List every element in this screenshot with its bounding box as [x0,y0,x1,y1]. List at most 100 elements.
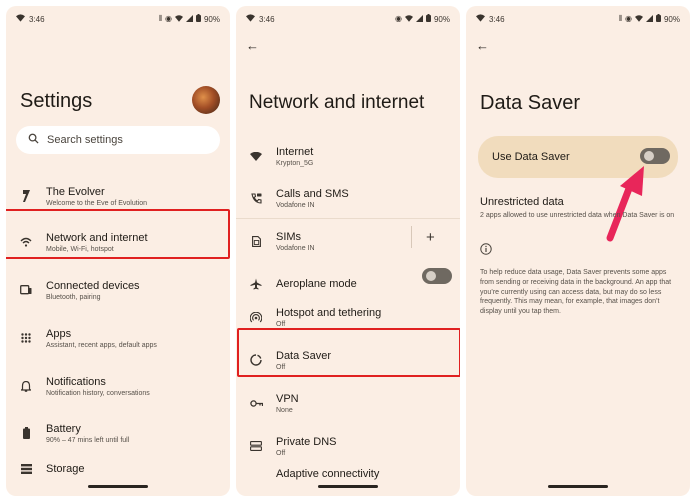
item-subtitle: Bluetooth, pairing [46,293,101,301]
settings-item-notifications[interactable]: Notifications Notification history, conve… [6,366,230,406]
search-icon [28,133,39,147]
devices-icon [6,285,46,295]
item-title: Internet [276,145,314,158]
apps-icon [6,333,46,343]
vibrate-icon: ⦀ [618,14,622,23]
divider [236,218,460,219]
item-subtitle: None [276,406,293,414]
page-title: Settings [20,90,93,112]
battery-icon [6,427,46,439]
item-title: Adaptive connectivity [276,468,380,480]
item-title: Private DNS [276,435,337,448]
battery-percent: 90% [663,14,680,24]
network-item-calls[interactable]: Calls and SMS Vodafone IN [236,178,460,218]
search-input[interactable]: Search settings [16,126,220,154]
item-subtitle: Assistant, recent apps, default apps [46,341,157,349]
wifi-status-icon [16,14,25,24]
divider [411,226,412,248]
item-title: Storage [46,463,85,475]
storage-icon [6,464,46,474]
data-saver-info-text: To help reduce data usage, Data Saver pr… [480,269,672,316]
wifi-status-icon [246,14,255,24]
toggle-knob [644,151,654,161]
back-arrow-icon[interactable]: ← [476,38,489,53]
highlight-box [6,209,230,259]
battery-status-icon [425,14,431,24]
item-subtitle: Vodafone IN [276,201,315,209]
add-sim-button[interactable]: + [426,229,435,246]
item-title: Apps [46,327,72,340]
battery-percent: 90% [203,14,220,24]
cell-signal-icon [645,14,653,24]
settings-item-connected-devices[interactable]: Connected devices Bluetooth, pairing [6,270,230,310]
evolver-icon [6,190,46,202]
airplane-icon [236,278,276,290]
calls-icon [236,192,276,204]
use-data-saver-label: Use Data Saver [492,151,570,163]
battery-status-icon [195,14,201,24]
eye-icon: ◉ [395,14,402,23]
status-time: 3:46 [259,14,275,24]
network-item-vpn[interactable]: VPN None [236,383,460,423]
dns-icon [236,441,276,451]
item-subtitle: Krypton_5G [276,159,314,167]
item-title: Aeroplane mode [276,278,357,290]
status-time: 3:46 [29,14,45,24]
gesture-bar[interactable] [318,485,378,488]
settings-screen: 3:46 ⦀ ◉ 90% Settings Search settings Th… [6,6,230,496]
item-title: Hotspot and tethering [276,306,382,319]
aeroplane-toggle[interactable] [422,268,452,284]
network-item-internet[interactable]: Internet Krypton_5G [236,136,460,176]
settings-item-battery[interactable]: Battery 90% – 47 mins left until full [6,413,230,453]
data-saver-screen: 3:46 ⦀ ◉ 90% ← Data Saver Use Data Saver… [466,6,690,496]
settings-item-storage[interactable]: Storage [6,454,230,484]
item-title: Notifications [46,375,106,388]
back-arrow-icon[interactable]: ← [246,38,259,53]
signal-wifi-icon [404,14,413,24]
red-arrow-annotation [606,166,644,242]
gesture-bar[interactable] [88,485,148,488]
settings-item-apps[interactable]: Apps Assistant, recent apps, default apps [6,318,230,358]
item-title: SIMs [276,230,302,243]
info-icon [480,242,492,260]
status-bar: 3:46 ⦀ ◉ 90% [16,12,220,26]
gesture-bar[interactable] [548,485,608,488]
cell-signal-icon [185,14,193,24]
item-title: The Evolver [46,185,105,198]
network-item-private-dns[interactable]: Private DNS Off [236,426,460,466]
cell-signal-icon [415,14,423,24]
hotspot-icon [236,311,276,323]
wifi-icon [236,151,276,161]
sim-icon [236,235,276,247]
eye-icon: ◉ [165,14,172,23]
battery-percent: 90% [433,14,450,24]
status-bar: 3:46 ⦀ ◉ 90% [476,12,680,26]
item-title: VPN [276,392,299,405]
status-bar: 3:46 ◉ 90% [246,12,450,26]
signal-wifi-icon [174,14,183,24]
unrestricted-data-title[interactable]: Unrestricted data [480,196,564,208]
page-title: Data Saver [480,92,581,114]
wifi-status-icon [476,14,485,24]
item-title: Calls and SMS [276,187,349,200]
item-subtitle: Off [276,449,286,457]
item-subtitle: Vodafone IN [276,244,315,252]
unrestricted-data-subtitle: 2 apps allowed to use unrestricted data … [480,212,675,219]
status-time: 3:46 [489,14,505,24]
toggle-knob [426,271,436,281]
network-item-adaptive[interactable]: Adaptive connectivity [236,468,460,482]
item-title: Battery [46,422,81,435]
battery-status-icon [655,14,661,24]
item-subtitle: Notification history, conversations [46,389,150,397]
data-saver-toggle[interactable] [640,148,670,164]
signal-wifi-icon [634,14,643,24]
network-screen: 3:46 ◉ 90% ← Network and internet Intern… [236,6,460,496]
item-title: Connected devices [46,279,140,292]
item-subtitle: Welcome to the Eve of Evolution [46,199,148,207]
vibrate-icon: ⦀ [158,14,162,23]
item-subtitle: Off [276,320,286,328]
avatar[interactable] [192,86,220,114]
vpn-key-icon [236,399,276,407]
item-subtitle: 90% – 47 mins left until full [46,436,130,444]
search-placeholder: Search settings [47,134,123,146]
